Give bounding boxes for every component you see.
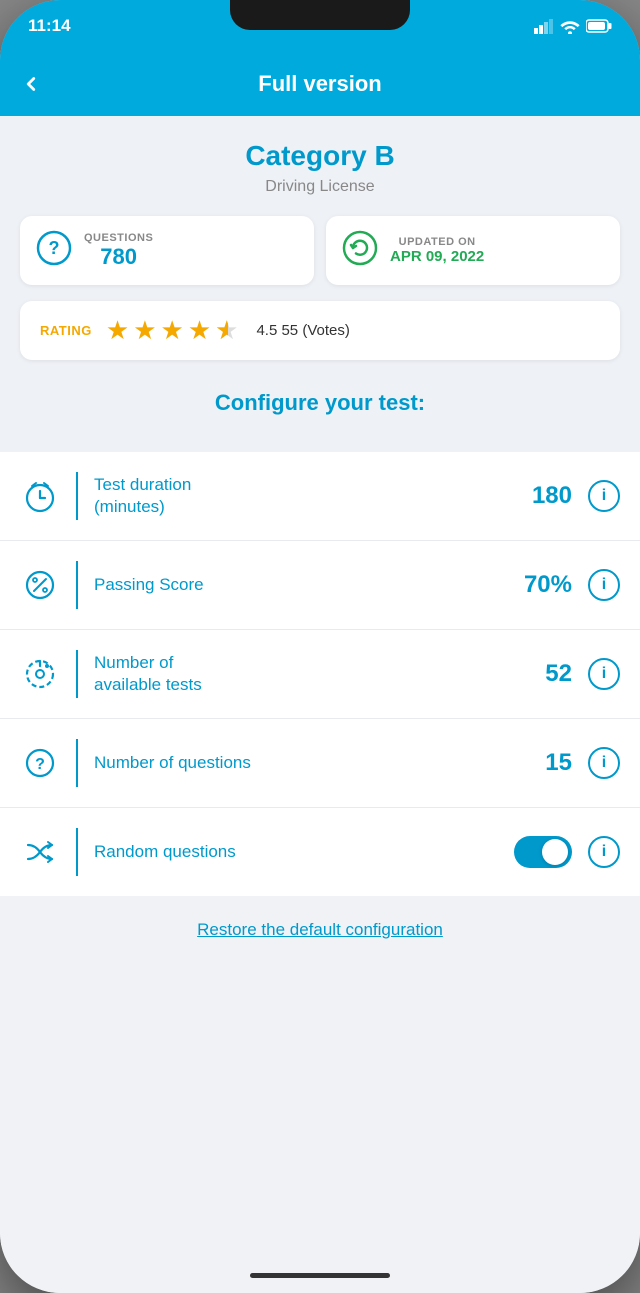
available-tests-info-button[interactable]: i (588, 658, 620, 690)
test-duration-value: 180 (532, 482, 572, 510)
header-section: Category B Driving License ? QUESTI (0, 116, 640, 452)
settings-section: Test duration(minutes) 180 i (0, 452, 640, 896)
random-questions-label: Random questions (94, 841, 514, 863)
setting-row-random-questions[interactable]: Random questions i (0, 808, 640, 896)
available-tests-label: Number ofavailable tests (94, 652, 545, 696)
rating-label: RATING (40, 323, 92, 338)
test-duration-label: Test duration(minutes) (94, 474, 532, 518)
num-questions-info-button[interactable]: i (588, 747, 620, 779)
svg-text:?: ? (49, 238, 60, 258)
random-questions-toggle[interactable] (514, 836, 572, 868)
setting-divider-4 (76, 739, 78, 787)
top-bar: Full version (0, 52, 640, 116)
phone-frame: 11:14 (0, 0, 640, 1293)
test-duration-info-button[interactable]: i (588, 480, 620, 512)
setting-divider-5 (76, 828, 78, 876)
status-time: 11:14 (28, 16, 71, 36)
phone-screen: 11:14 (0, 0, 640, 1293)
info-cards: ? QUESTIONS 780 (20, 216, 620, 285)
setting-divider-3 (76, 650, 78, 698)
back-button[interactable] (20, 73, 42, 95)
available-tests-value: 52 (545, 660, 572, 688)
home-indicator (0, 1257, 640, 1293)
setting-row-test-duration[interactable]: Test duration(minutes) 180 i (0, 452, 640, 541)
updated-label: UPDATED ON (390, 236, 484, 248)
num-questions-label: Number of questions (94, 752, 545, 774)
rating-votes: 4.5 55 (Votes) (256, 322, 349, 339)
wifi-icon (560, 18, 580, 34)
updated-value: APR 09, 2022 (390, 248, 484, 265)
star-1: ★ (106, 315, 129, 346)
toggle-knob (542, 839, 568, 865)
shuffle-icon (20, 835, 60, 869)
top-bar-title: Full version (258, 71, 381, 97)
question-circle-icon: ? (20, 746, 60, 780)
passing-score-value: 70% (524, 571, 572, 599)
passing-score-info-button[interactable]: i (588, 569, 620, 601)
restore-link[interactable]: Restore the default configuration (197, 920, 443, 939)
questions-card: ? QUESTIONS 780 (20, 216, 314, 285)
setting-divider-2 (76, 561, 78, 609)
passing-score-label: Passing Score (94, 574, 524, 596)
setting-row-passing-score[interactable]: Passing Score 70% i (0, 541, 640, 630)
questions-label: QUESTIONS (84, 232, 153, 244)
signal-icon (534, 18, 554, 34)
home-bar (250, 1273, 390, 1278)
setting-divider (76, 472, 78, 520)
updated-content: UPDATED ON APR 09, 2022 (390, 236, 484, 265)
alarm-clock-icon (20, 479, 60, 513)
questions-content: QUESTIONS 780 (84, 232, 153, 270)
status-icons (534, 18, 612, 34)
questions-value: 780 (84, 244, 153, 270)
configure-title: Configure your test: (20, 380, 620, 432)
main-content: Category B Driving License ? QUESTI (0, 116, 640, 1257)
category-subtitle: Driving License (20, 178, 620, 196)
percent-icon (20, 568, 60, 602)
updated-card: UPDATED ON APR 09, 2022 (326, 216, 620, 285)
star-half: ★ ★ (215, 315, 238, 346)
star-2: ★ (133, 315, 156, 346)
spinner-icon (20, 657, 60, 691)
star-3: ★ (161, 315, 184, 346)
category-title: Category B (20, 140, 620, 172)
num-questions-value: 15 (545, 749, 572, 777)
notch (230, 0, 410, 30)
questions-icon: ? (36, 230, 72, 271)
svg-text:?: ? (35, 756, 45, 773)
stars: ★ ★ ★ ★ ★ ★ (106, 315, 239, 346)
setting-row-num-questions[interactable]: ? Number of questions 15 i (0, 719, 640, 808)
star-4: ★ (188, 315, 211, 346)
updated-icon (342, 230, 378, 271)
battery-icon (586, 18, 612, 34)
rating-card: RATING ★ ★ ★ ★ ★ ★ 4.5 55 (Votes) (20, 301, 620, 360)
random-questions-info-button[interactable]: i (588, 836, 620, 868)
setting-row-available-tests[interactable]: Number ofavailable tests 52 i (0, 630, 640, 719)
restore-section: Restore the default configuration (0, 896, 640, 964)
